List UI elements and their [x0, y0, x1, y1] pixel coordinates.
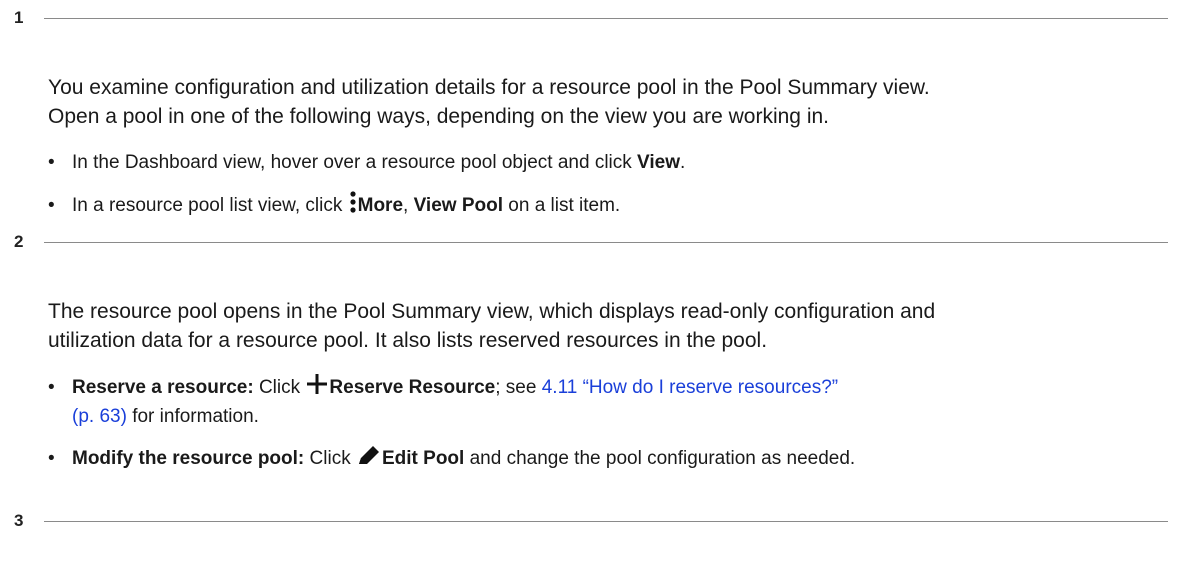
step-header-3: 3	[14, 511, 1168, 531]
bullet-dot: •	[48, 377, 55, 399]
pencil-icon	[356, 443, 382, 475]
view-action-label: View	[637, 152, 681, 173]
bullet-text-end: .	[680, 152, 686, 173]
bullet-text: Click	[253, 377, 306, 399]
bullet-dot: •	[48, 152, 55, 173]
separator: ,	[403, 195, 414, 217]
step-divider	[44, 18, 1168, 19]
step-divider	[44, 242, 1168, 243]
modify-label: Modify the resource pool:	[72, 448, 305, 470]
bullet-text-end: for information.	[126, 406, 259, 427]
reserve-resource-action-label: Reserve Resource	[329, 377, 496, 399]
bullet-text-end: on a list item.	[503, 195, 621, 217]
bullet-text: ; see	[495, 377, 542, 399]
step1-bullet-view: • In the Dashboard view, hover over a res…	[48, 149, 1168, 176]
step2-bullet-edit: • Modify the resource pool: Click Edit Po…	[48, 443, 1168, 475]
paragraph-line: utilization data for a resource pool. It…	[48, 329, 768, 352]
edit-pool-action-label: Edit Pool	[381, 448, 465, 470]
step1-paragraph: You examine configuration and utilizatio…	[48, 73, 1168, 131]
paragraph-line: Open a pool in one of the following ways…	[48, 105, 829, 128]
bullet-text-end: and change the pool configuration as nee…	[464, 448, 856, 470]
bullet-text: In a resource pool list view, click	[72, 195, 348, 217]
bullet-text: In the Dashboard view, hover over a reso…	[72, 152, 638, 173]
plus-icon	[305, 373, 329, 403]
step-number: 1	[14, 8, 24, 27]
more-action-label: More	[357, 195, 404, 217]
bullet-dot: •	[48, 448, 55, 470]
step-number: 3	[14, 511, 24, 530]
reserve-resources-page-link[interactable]: (p. 63)	[72, 406, 127, 427]
step-number: 2	[14, 232, 24, 251]
paragraph-line: You examine configuration and utilizatio…	[48, 76, 930, 99]
step-header-2: 2	[14, 232, 1168, 252]
bullet-text: Click	[304, 448, 356, 470]
view-pool-action-label: View Pool	[413, 195, 503, 217]
step1-bullet-more: • In a resource pool list view, click Mor…	[48, 190, 1168, 222]
step2-paragraph: The resource pool opens in the Pool Summ…	[48, 297, 1168, 355]
step-header-1: 1	[14, 8, 1168, 28]
reserve-label: Reserve a resource:	[72, 377, 254, 399]
reserve-resources-link[interactable]: 4.11 “How do I reserve resources?”	[542, 377, 838, 398]
more-vertical-icon	[348, 190, 358, 222]
bullet-dot: •	[48, 195, 55, 217]
paragraph-line: The resource pool opens in the Pool Summ…	[48, 300, 936, 323]
step-divider	[44, 521, 1168, 522]
step2-bullet-reserve: • Reserve a resource: Click Reserve Resou…	[48, 373, 1168, 430]
